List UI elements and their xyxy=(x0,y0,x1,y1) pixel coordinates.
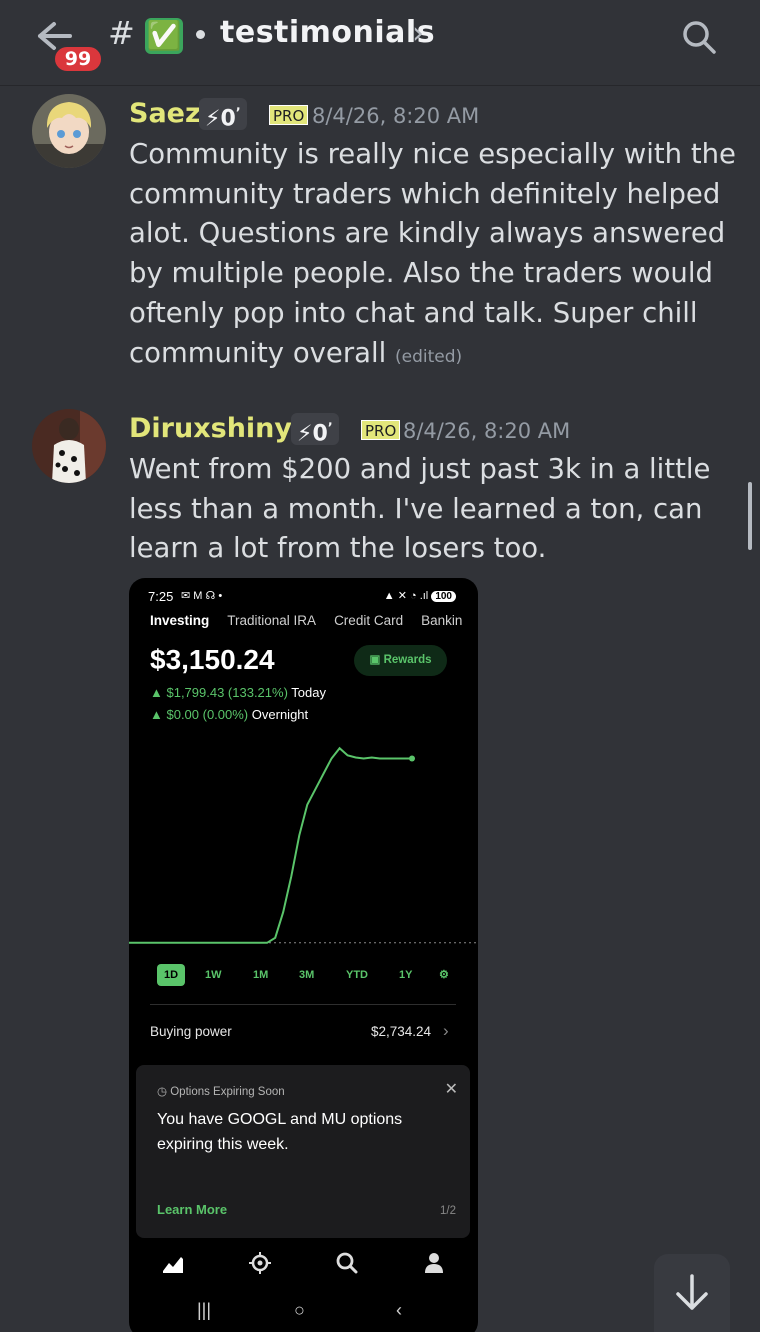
system-nav: ||| ○ ‹ xyxy=(129,1296,478,1330)
search-icon[interactable] xyxy=(680,18,718,56)
range-1d[interactable]: 1D xyxy=(157,964,186,986)
overnight-change-value: ▲ $0.00 (0.00%) xyxy=(150,707,249,722)
guild-tag-label: ⚡0 xyxy=(297,421,328,447)
range-3m[interactable]: 3M xyxy=(299,964,314,986)
range-1m[interactable]: 1M xyxy=(253,964,268,986)
pro-badge: PRO xyxy=(361,420,401,440)
channel-hash-icon: # xyxy=(108,14,135,52)
gift-icon: ▣ xyxy=(369,654,384,666)
avatar-image xyxy=(32,94,106,168)
radar-icon[interactable] xyxy=(248,1251,272,1275)
range-selector: 1D 1W 1M 3M YTD 1Y ⚙ xyxy=(157,964,457,986)
today-label: Today xyxy=(291,685,326,700)
chart-icon[interactable] xyxy=(161,1251,185,1275)
avatar-image xyxy=(32,409,106,483)
channel-chevron-icon[interactable]: › xyxy=(412,16,424,51)
buying-power-value: $2,734.24 xyxy=(371,1024,432,1039)
series-line xyxy=(251,746,412,944)
close-icon[interactable]: ✕ xyxy=(445,1079,458,1099)
portfolio-balance: $3,150.24 xyxy=(150,644,275,675)
status-time: 7:25 xyxy=(148,589,174,604)
card-title: Options Expiring Soon xyxy=(170,1086,285,1098)
pro-badge: PRO xyxy=(269,105,309,125)
message-content: Community is really nice especially with… xyxy=(129,138,736,369)
today-change-value: ▲ $1,799.43 (133.21%) xyxy=(150,685,288,700)
signal-icon: ▲ ✕ ◔ .ıl xyxy=(383,590,432,602)
username[interactable]: Diruxshinya xyxy=(129,413,310,444)
today-change: ▲ $1,799.43 (133.21%) Today xyxy=(150,685,326,700)
tab-traditional-ira[interactable]: Traditional IRA xyxy=(227,613,316,628)
status-right: ▲ ✕ ◔ .ıl 100 xyxy=(384,589,456,602)
back-icon[interactable]: ‹ xyxy=(396,1300,402,1321)
rewards-label: Rewards xyxy=(383,654,432,666)
overnight-change: ▲ $0.00 (0.00%) Overnight xyxy=(150,707,308,722)
username[interactable]: Saez xyxy=(129,98,201,129)
bottom-nav xyxy=(129,1243,478,1283)
range-ytd[interactable]: YTD xyxy=(346,964,368,986)
divider xyxy=(150,1004,456,1005)
options-card: ◷ Options Expiring Soon ✕ You have GOOGL… xyxy=(136,1065,470,1238)
check-emoji-icon: ✅ xyxy=(145,18,183,54)
recents-icon[interactable]: ||| xyxy=(197,1300,211,1321)
image-attachment[interactable]: 7:25 ✉ M ☊ • ▲ ✕ ◔ .ıl 100 Investing Trad… xyxy=(129,578,478,1332)
clock-icon: ◷ xyxy=(157,1086,171,1098)
tab-credit-card[interactable]: Credit Card xyxy=(334,613,403,628)
guild-tag-label: ⚡0 xyxy=(205,106,236,132)
card-pager: 1/2 xyxy=(440,1205,456,1217)
channel-header: 99 # ✅ testimonials › xyxy=(0,0,760,86)
channel-name[interactable]: testimonials xyxy=(220,15,435,50)
guild-tag[interactable]: ⚡0ʼ xyxy=(199,98,247,132)
rewards-button[interactable]: ▣ Rewards xyxy=(354,645,447,676)
guild-tag-mark: ʼ xyxy=(235,106,241,121)
search-icon[interactable] xyxy=(335,1251,359,1275)
buying-power-label[interactable]: Buying power xyxy=(150,1024,232,1039)
unread-badge: 99 xyxy=(52,44,104,74)
edited-label: (edited) xyxy=(395,346,463,367)
overnight-label: Overnight xyxy=(251,707,309,722)
guild-tag[interactable]: ⚡0ʼ xyxy=(291,413,339,447)
status-icons: ✉ M ☊ • xyxy=(181,590,223,602)
tab-banking[interactable]: Bankin xyxy=(421,613,462,628)
account-tabs: Investing Traditional IRA Credit Card Banki… xyxy=(150,613,478,628)
avatar[interactable] xyxy=(32,94,106,168)
timestamp: 8/4/26, 8:20 AM xyxy=(403,419,571,443)
scrollbar[interactable] xyxy=(748,482,752,550)
arrow-down-icon xyxy=(676,1274,708,1310)
timestamp: 8/4/26, 8:20 AM xyxy=(312,104,480,128)
battery-icon: 100 xyxy=(431,591,456,602)
separator-dot xyxy=(196,30,205,39)
tab-investing[interactable]: Investing xyxy=(150,613,209,628)
card-header: ◷ Options Expiring Soon xyxy=(157,1084,285,1098)
guild-tag-mark: ʼ xyxy=(327,421,333,436)
range-1w[interactable]: 1W xyxy=(205,964,222,986)
home-icon[interactable]: ○ xyxy=(294,1300,305,1321)
learn-more-link[interactable]: Learn More xyxy=(157,1202,227,1217)
message-text: Community is really nice especially with… xyxy=(129,135,739,377)
card-text: You have GOOGL and MU options expiring t… xyxy=(157,1111,403,1153)
series-end-point xyxy=(409,755,415,762)
avatar[interactable] xyxy=(32,409,106,483)
account-icon[interactable] xyxy=(422,1251,446,1275)
jump-to-present-button[interactable] xyxy=(654,1254,730,1332)
range-1y[interactable]: 1Y xyxy=(399,964,412,986)
gear-icon[interactable]: ⚙ xyxy=(439,964,449,986)
chevron-right-icon[interactable]: › xyxy=(443,1021,449,1041)
message-text: Went from $200 and just past 3k in a lit… xyxy=(129,453,711,565)
portfolio-chart[interactable] xyxy=(129,728,478,958)
